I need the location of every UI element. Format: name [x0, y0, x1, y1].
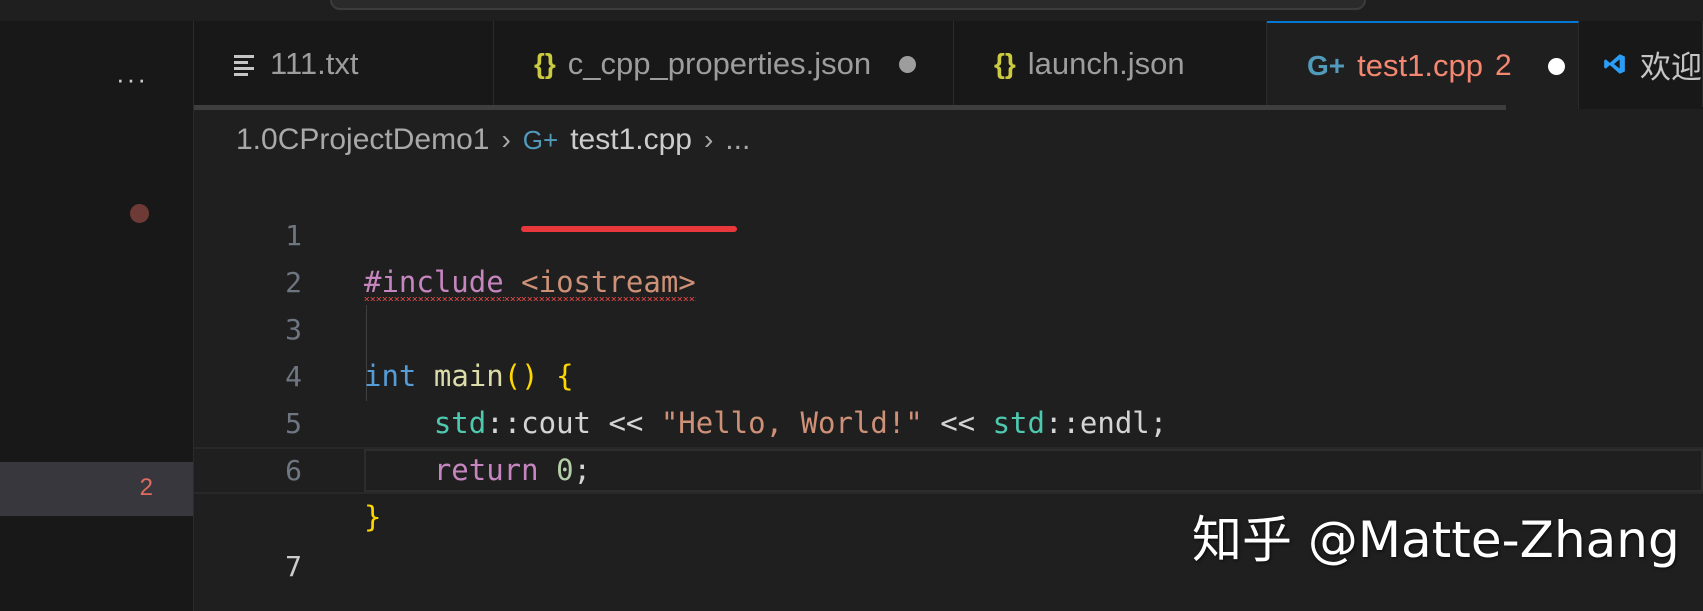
- text-file-icon: [234, 53, 254, 76]
- line-number: 7: [285, 550, 302, 583]
- tab-problem-count: 2: [1494, 49, 1512, 82]
- title-bar: [0, 0, 1703, 22]
- tab-scrollbar[interactable]: [194, 105, 1506, 110]
- code-line[interactable]: 2: [194, 212, 1703, 299]
- json-braces-icon: {}: [534, 48, 556, 79]
- tab-label: launch.json: [1027, 46, 1185, 81]
- problems-row[interactable]: 2: [0, 462, 193, 516]
- vscode-logo-icon: [1604, 54, 1625, 74]
- tab-launch-json[interactable]: {} launch.json: [954, 21, 1267, 107]
- chevron-right-icon: ›: [703, 124, 714, 155]
- unsaved-dot-icon[interactable]: [899, 55, 917, 73]
- problem-count-badge: 2: [139, 474, 153, 501]
- code-line[interactable]: 1 #include <iostream>: [194, 165, 1703, 299]
- chevron-right-icon: ›: [501, 124, 511, 155]
- close-brace: }: [364, 500, 382, 534]
- breadcrumb-file[interactable]: test1.cpp: [570, 123, 692, 157]
- command-center-search[interactable]: [330, 0, 1366, 10]
- unsaved-dot-icon[interactable]: [1547, 57, 1565, 75]
- code-line[interactable]: 6 }: [194, 400, 1703, 534]
- code-line[interactable]: 5 return 0;: [194, 353, 1703, 487]
- current-code-line[interactable]: 7: [194, 447, 1703, 583]
- breadcrumb-folder[interactable]: 1.0CProjectDemo1: [236, 123, 489, 157]
- json-braces-icon: {}: [994, 48, 1016, 79]
- cpp-file-icon: G+: [522, 124, 559, 155]
- code-line[interactable]: 3 int main() {: [194, 259, 1703, 393]
- side-bar: ··· 2: [0, 21, 194, 611]
- tab-test1-cpp[interactable]: G+ test1.cpp 2: [1267, 21, 1579, 109]
- tab-label: 111.txt: [270, 46, 359, 81]
- tab-label: 欢迎: [1640, 49, 1702, 85]
- breadcrumb-symbols[interactable]: ...: [725, 123, 750, 157]
- line-content: }: [364, 494, 381, 541]
- tab-label: c_cpp_properties.json: [567, 46, 872, 81]
- breadcrumb: 1.0CProjectDemo1 › G+ test1.cpp › ...: [236, 120, 750, 160]
- tab-label: test1.cpp: [1357, 48, 1483, 83]
- tab-111-txt[interactable]: 111.txt: [194, 21, 494, 107]
- editor-tab-bar: 111.txt {} c_cpp_properties.json {} laun…: [194, 21, 1703, 110]
- more-actions-icon[interactable]: ···: [116, 66, 148, 92]
- annotation-underline: [521, 226, 737, 232]
- current-line-highlight: [364, 449, 1703, 492]
- watermark: 知乎 @Matte-Zhang: [1192, 511, 1680, 569]
- vscode-window: ··· 2 111.txt {} c_cpp_properties.json {…: [0, 0, 1703, 611]
- tab-welcome[interactable]: 欢迎: [1579, 21, 1703, 107]
- breakpoint-icon[interactable]: [130, 204, 149, 223]
- cpp-file-icon: G+: [1307, 50, 1346, 81]
- code-line[interactable]: 4 std::cout << "Hello, World!" << std::e…: [194, 306, 1703, 440]
- tab-c-cpp-properties-json[interactable]: {} c_cpp_properties.json: [494, 21, 954, 107]
